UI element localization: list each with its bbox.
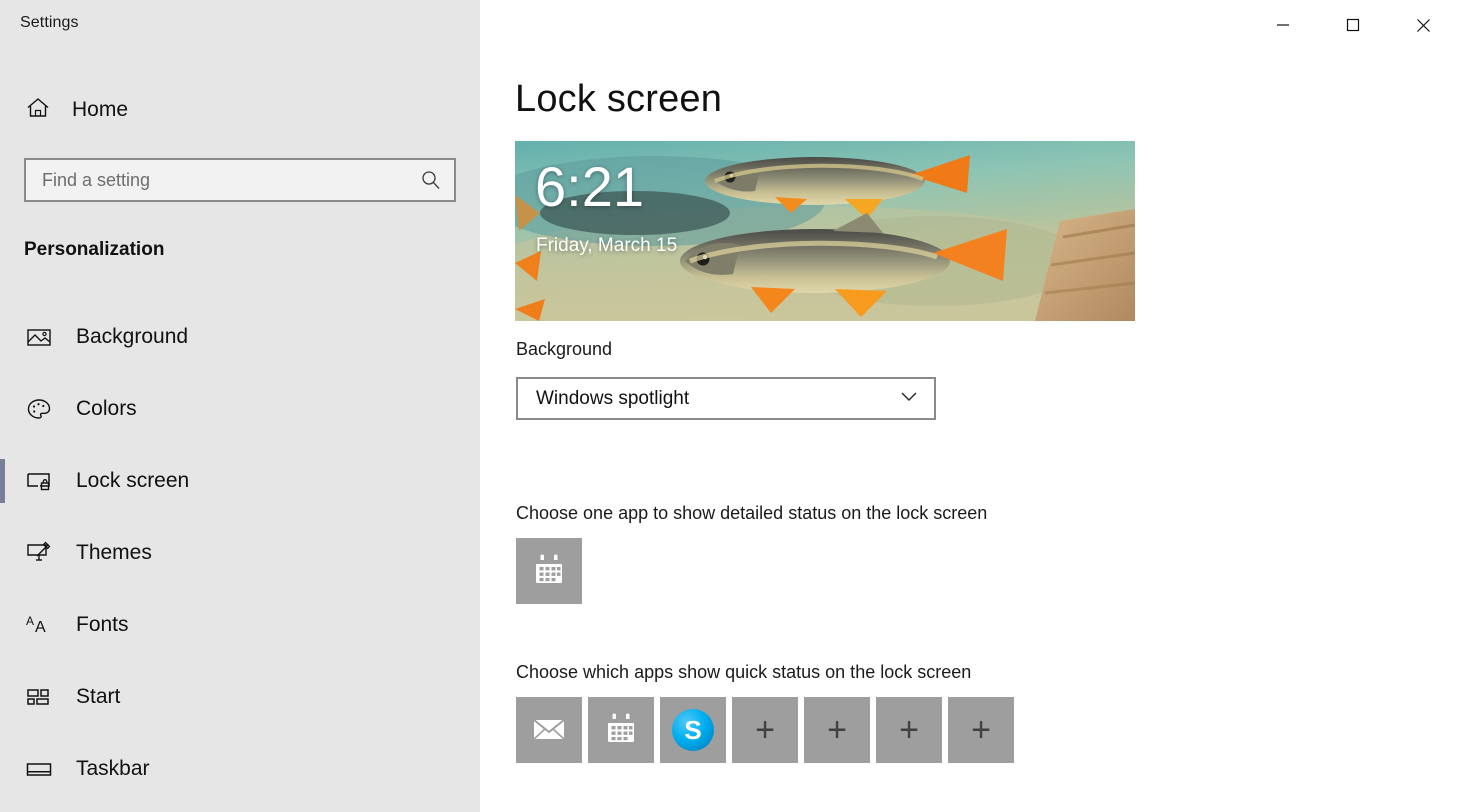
svg-text:A: A [26,614,34,628]
taskbar-icon [24,754,54,784]
plus-icon: + [899,713,919,747]
quick-status-add-slot-4[interactable]: + [948,697,1014,763]
sidebar-item-label: Colors [76,397,137,421]
sidebar-item-label: Taskbar [76,757,150,781]
skype-icon: S [672,709,714,751]
quick-status-apps: S + + + + [516,697,1014,763]
plus-icon: + [755,713,775,747]
palette-icon [24,394,54,424]
maximize-button[interactable] [1318,0,1388,50]
search-box[interactable] [24,158,456,202]
settings-window: Settings Home Personalization [0,0,1458,812]
plus-icon: + [971,713,991,747]
sidebar-item-background[interactable]: Background [0,312,480,362]
selection-accent-bar [0,459,5,503]
window-controls [1248,0,1458,50]
close-button[interactable] [1388,0,1458,50]
sidebar-item-label: Lock screen [76,469,189,493]
svg-text:A: A [35,619,46,636]
quick-status-add-slot-3[interactable]: + [876,697,942,763]
search-input[interactable] [42,170,420,191]
start-icon [24,682,54,712]
quick-status-app-mail[interactable] [516,697,582,763]
home-icon [24,94,52,127]
themes-icon [24,538,54,568]
quick-status-add-slot-1[interactable]: + [732,697,798,763]
sidebar-item-taskbar[interactable]: Taskbar [0,744,480,794]
sidebar-nav: Background Colors [0,312,480,812]
chevron-down-icon [898,385,920,412]
detailed-status-label: Choose one app to show detailed status o… [516,503,987,524]
window-title: Settings [20,14,79,32]
detailed-status-apps [516,538,582,604]
sidebar: Settings Home Personalization [0,0,480,812]
lock-screen-icon [24,466,54,496]
sidebar-item-label: Themes [76,541,152,565]
quick-status-add-slot-2[interactable]: + [804,697,870,763]
lock-screen-preview[interactable]: 6:21 Friday, March 15 [515,141,1135,321]
search-icon [420,169,442,191]
sidebar-item-home[interactable]: Home [24,92,138,128]
sidebar-item-label: Start [76,685,120,709]
main-panel: Lock screen [480,0,1458,812]
calendar-icon [531,551,567,592]
quick-status-app-calendar[interactable] [588,697,654,763]
detailed-status-app-calendar[interactable] [516,538,582,604]
mail-icon [530,709,568,752]
fonts-icon: A A [24,610,54,640]
home-label: Home [72,98,128,122]
sidebar-item-themes[interactable]: Themes [0,528,480,578]
sidebar-item-lock-screen[interactable]: Lock screen [0,456,480,506]
sidebar-item-fonts[interactable]: A A Fonts [0,600,480,650]
background-label: Background [516,339,612,360]
background-dropdown-value: Windows spotlight [536,388,689,410]
quick-status-app-skype[interactable]: S [660,697,726,763]
plus-icon: + [827,713,847,747]
background-dropdown[interactable]: Windows spotlight [516,377,936,420]
preview-date: Friday, March 15 [536,235,677,257]
sidebar-item-colors[interactable]: Colors [0,384,480,434]
preview-clock: 6:21 [535,159,644,215]
picture-icon [24,322,54,352]
section-title: Personalization [24,239,164,261]
sidebar-item-start[interactable]: Start [0,672,480,722]
sidebar-item-label: Background [76,325,188,349]
sidebar-item-label: Fonts [76,613,129,637]
page-title: Lock screen [515,78,722,121]
quick-status-label: Choose which apps show quick status on t… [516,662,971,683]
calendar-icon [603,710,639,751]
minimize-button[interactable] [1248,0,1318,50]
